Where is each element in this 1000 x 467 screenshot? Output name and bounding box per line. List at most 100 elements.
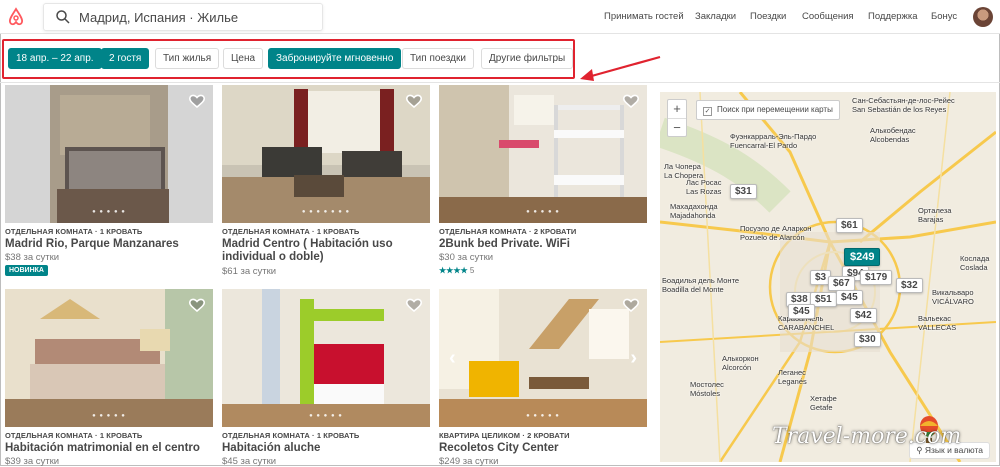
search-box[interactable]: Мадрид, Испания · Жилье: [43, 3, 323, 31]
next-photo-icon[interactable]: ›: [630, 347, 637, 370]
nav-messages[interactable]: Сообщения: [802, 11, 854, 22]
carousel-dots[interactable]: ● ● ● ● ● ● ●: [222, 209, 430, 215]
listing-rating: ★★★★ 5: [439, 266, 474, 275]
place-en: Fuencarral-El Pardo: [730, 141, 798, 150]
place-en: Leganés: [778, 377, 807, 386]
more-filters-button[interactable]: Другие фильтры: [481, 48, 574, 69]
listing-price: $45 за сутки: [222, 456, 276, 467]
carousel-dots[interactable]: ● ● ● ● ●: [439, 209, 647, 215]
heart-icon[interactable]: [406, 298, 422, 312]
heart-icon[interactable]: [623, 298, 639, 312]
instant-book-filter-button[interactable]: Забронируйте мгновенно: [268, 48, 402, 69]
guests-filter-button[interactable]: 2 гостя: [101, 48, 150, 69]
place-en: Boadilla del Monte: [662, 285, 724, 294]
search-input[interactable]: Мадрид, Испания · Жилье: [79, 10, 238, 25]
home-type-filter-button[interactable]: Тип жилья: [155, 48, 220, 69]
listing-photo[interactable]: ● ● ● ● ● ● ●: [222, 85, 430, 223]
listing-title[interactable]: Recoletos City Center: [439, 442, 649, 455]
place-ru: Коcлада: [960, 254, 990, 263]
map-place-label: Алькоркон Alcorcón: [722, 354, 759, 372]
price-value: $45: [222, 456, 238, 467]
listing-title[interactable]: 2Bunk bed Private. WiFi: [439, 238, 649, 251]
price-unit: за сутки: [240, 266, 277, 277]
listing-photo[interactable]: ● ● ● ● ●: [5, 85, 213, 223]
map[interactable]: + − ✓ Поиск при перемещении карты Сан-Себ…: [660, 92, 996, 462]
heart-icon[interactable]: [189, 298, 205, 312]
place-ru: Хетафе: [810, 394, 837, 403]
map-place-label: Леганес Leganés: [778, 368, 807, 386]
nav-help[interactable]: Поддержка: [868, 11, 918, 22]
place-ru: Ортaлеза: [918, 206, 952, 215]
price-pin[interactable]: $32: [896, 278, 923, 293]
price-pin[interactable]: $67: [828, 276, 855, 291]
heart-icon[interactable]: [406, 94, 422, 108]
price-pin[interactable]: $45: [836, 290, 863, 305]
listing-title[interactable]: Madrid Centro ( Habitación uso individua…: [222, 238, 432, 264]
nav-saved[interactable]: Закладки: [695, 11, 736, 22]
place-en: VALLECAS: [918, 323, 957, 332]
listing-photo[interactable]: ● ● ● ● ●: [5, 289, 213, 427]
map-place-label: Викальваро VICÁLVARO: [932, 288, 974, 306]
checkbox-icon[interactable]: ✓: [703, 107, 712, 116]
place-ru: Посуэло де Аларкон: [740, 224, 812, 233]
search-on-move-checkbox[interactable]: ✓ Поиск при перемещении карты: [696, 100, 840, 120]
heart-icon[interactable]: [623, 94, 639, 108]
listing-title[interactable]: Habitación matrimonial en el centro: [5, 442, 215, 455]
carousel-dots[interactable]: ● ● ● ● ●: [5, 413, 213, 419]
dates-filter-button[interactable]: 18 апр. – 22 апр.: [8, 48, 102, 69]
prev-photo-icon[interactable]: ‹: [449, 347, 456, 370]
bunk-bed-photo: [222, 289, 430, 427]
carousel-dots[interactable]: ● ● ● ● ●: [5, 209, 213, 215]
listing-type: ОТДЕЛЬНАЯ КОМНАТА · 1 КРОВАТЬ: [222, 431, 360, 440]
price-unit: за сутки: [457, 252, 494, 263]
listing-photo[interactable]: ● ● ● ● ●: [439, 85, 647, 223]
price-pin-selected[interactable]: $249: [844, 248, 881, 266]
place-ru: Викальваро: [932, 288, 974, 297]
place-en: Móstoles: [690, 389, 721, 398]
zoom-in-button[interactable]: +: [668, 100, 686, 118]
place-en: Getafe: [810, 403, 833, 412]
price-unit: за сутки: [23, 252, 60, 263]
room-photo: [222, 85, 430, 223]
heart-icon[interactable]: [189, 94, 205, 108]
place-en: Alcorcón: [722, 363, 752, 372]
place-ru: Вальекас: [918, 314, 951, 323]
listing-type: ОТДЕЛЬНАЯ КОМНАТА · 1 КРОВАТЬ: [222, 227, 360, 236]
trip-type-filter-button[interactable]: Тип поездки: [402, 48, 474, 69]
place-ru: Бoaдилья дель Монте: [662, 276, 740, 285]
price-value: $39: [5, 456, 21, 467]
zoom-out-button[interactable]: −: [668, 118, 686, 136]
carousel-dots[interactable]: ● ● ● ● ●: [439, 413, 647, 419]
avatar[interactable]: [973, 7, 993, 27]
listing-title[interactable]: Habitación aluche: [222, 442, 432, 455]
listing-price: $38 за сутки: [5, 252, 59, 263]
listing-photo[interactable]: ‹ › ● ● ● ● ●: [439, 289, 647, 427]
bedroom-photo: [5, 85, 213, 223]
place-ru: Мaxaдaxoндa: [670, 202, 718, 211]
carousel-dots[interactable]: ● ● ● ● ●: [222, 413, 430, 419]
airbnb-logo-icon[interactable]: [6, 7, 26, 27]
place-ru: Алькобендас: [870, 126, 916, 135]
place-en: San Sebastián de los Reyes: [852, 105, 947, 114]
price-pin[interactable]: $31: [730, 184, 757, 199]
price-pin[interactable]: $61: [836, 218, 863, 233]
price-pin[interactable]: $30: [854, 332, 881, 347]
price-unit: за сутки: [462, 456, 499, 467]
place-en: Pozuelo de Alarcón: [740, 233, 805, 242]
price-value: $38: [5, 252, 21, 263]
review-count: 5: [469, 266, 475, 275]
place-en: La Chopera: [664, 171, 704, 180]
nav-trips[interactable]: Поездки: [750, 11, 786, 22]
price-filter-button[interactable]: Цена: [223, 48, 264, 69]
map-place-label: Лас Росас Las Rozas: [686, 178, 721, 196]
price-pin[interactable]: $45: [788, 304, 815, 319]
price-pin[interactable]: $42: [850, 308, 877, 323]
price-value: $30: [439, 252, 455, 263]
bedroom-photo: [5, 289, 213, 427]
place-en: Las Rozas: [686, 187, 722, 196]
nav-host[interactable]: Принимать гостей: [604, 11, 684, 22]
listing-photo[interactable]: ● ● ● ● ●: [222, 289, 430, 427]
listing-title[interactable]: Madrid Rio, Parque Manzanares: [5, 238, 215, 251]
nav-bonus[interactable]: Бонус: [931, 11, 957, 22]
price-pin[interactable]: $179: [860, 270, 893, 285]
